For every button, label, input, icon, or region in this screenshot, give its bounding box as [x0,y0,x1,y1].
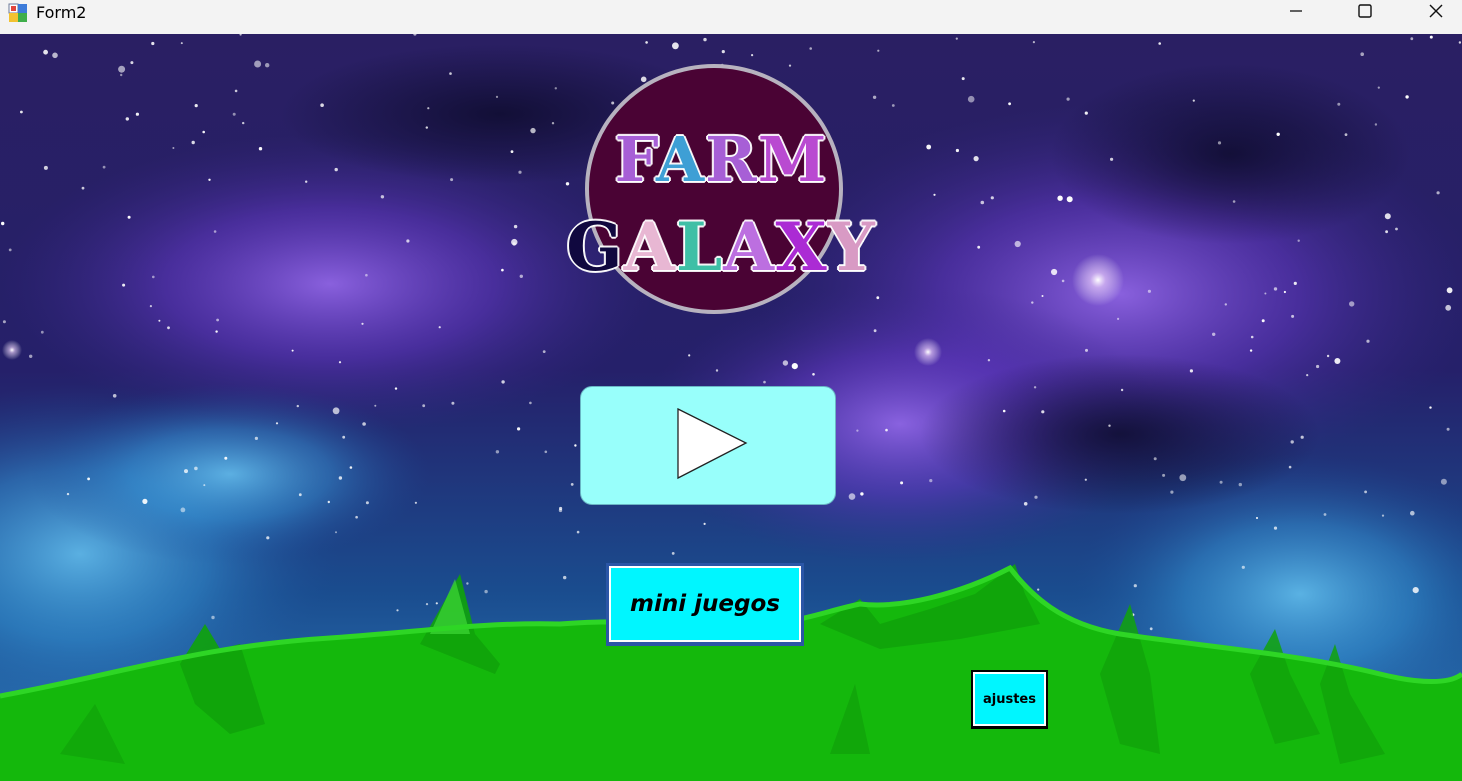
maximize-icon [1358,4,1372,18]
logo-letter: F [614,123,657,196]
minimize-icon [1290,10,1302,12]
close-button[interactable] [1402,0,1462,22]
logo-letter: G [565,208,624,286]
mini-games-button-face: mini juegos [609,566,801,642]
logo-word-galaxy: GALAXY [561,208,881,286]
farm-galaxy-logo: FARM GALAXY [563,63,883,318]
play-icon [677,407,748,480]
window-title: Form2 [36,3,87,22]
title-bar: Form2 [0,0,1462,34]
mini-games-label: mini juegos [630,591,780,617]
logo-letter: Y [827,208,876,286]
form-client-area: FARM GALAXY mini juegos ajustes [0,34,1462,781]
logo-letter: R [704,123,758,196]
maximize-button[interactable] [1331,0,1399,22]
logo-letter: L [675,208,724,286]
close-icon [1429,4,1443,18]
logo-word-farm: FARM [561,123,881,196]
mini-games-button[interactable]: mini juegos [606,563,804,646]
settings-button-face: ajustes [973,672,1046,726]
minimize-button[interactable] [1262,0,1330,22]
play-button[interactable] [580,386,836,505]
logo-letter: M [757,123,828,196]
logo-letter: A [722,208,776,286]
logo-letter: A [655,123,706,196]
logo-letter: X [774,208,828,286]
logo-letter: A [623,208,676,286]
settings-label: ajustes [983,691,1036,707]
app-icon[interactable] [8,3,28,23]
settings-button[interactable]: ajustes [971,670,1048,729]
